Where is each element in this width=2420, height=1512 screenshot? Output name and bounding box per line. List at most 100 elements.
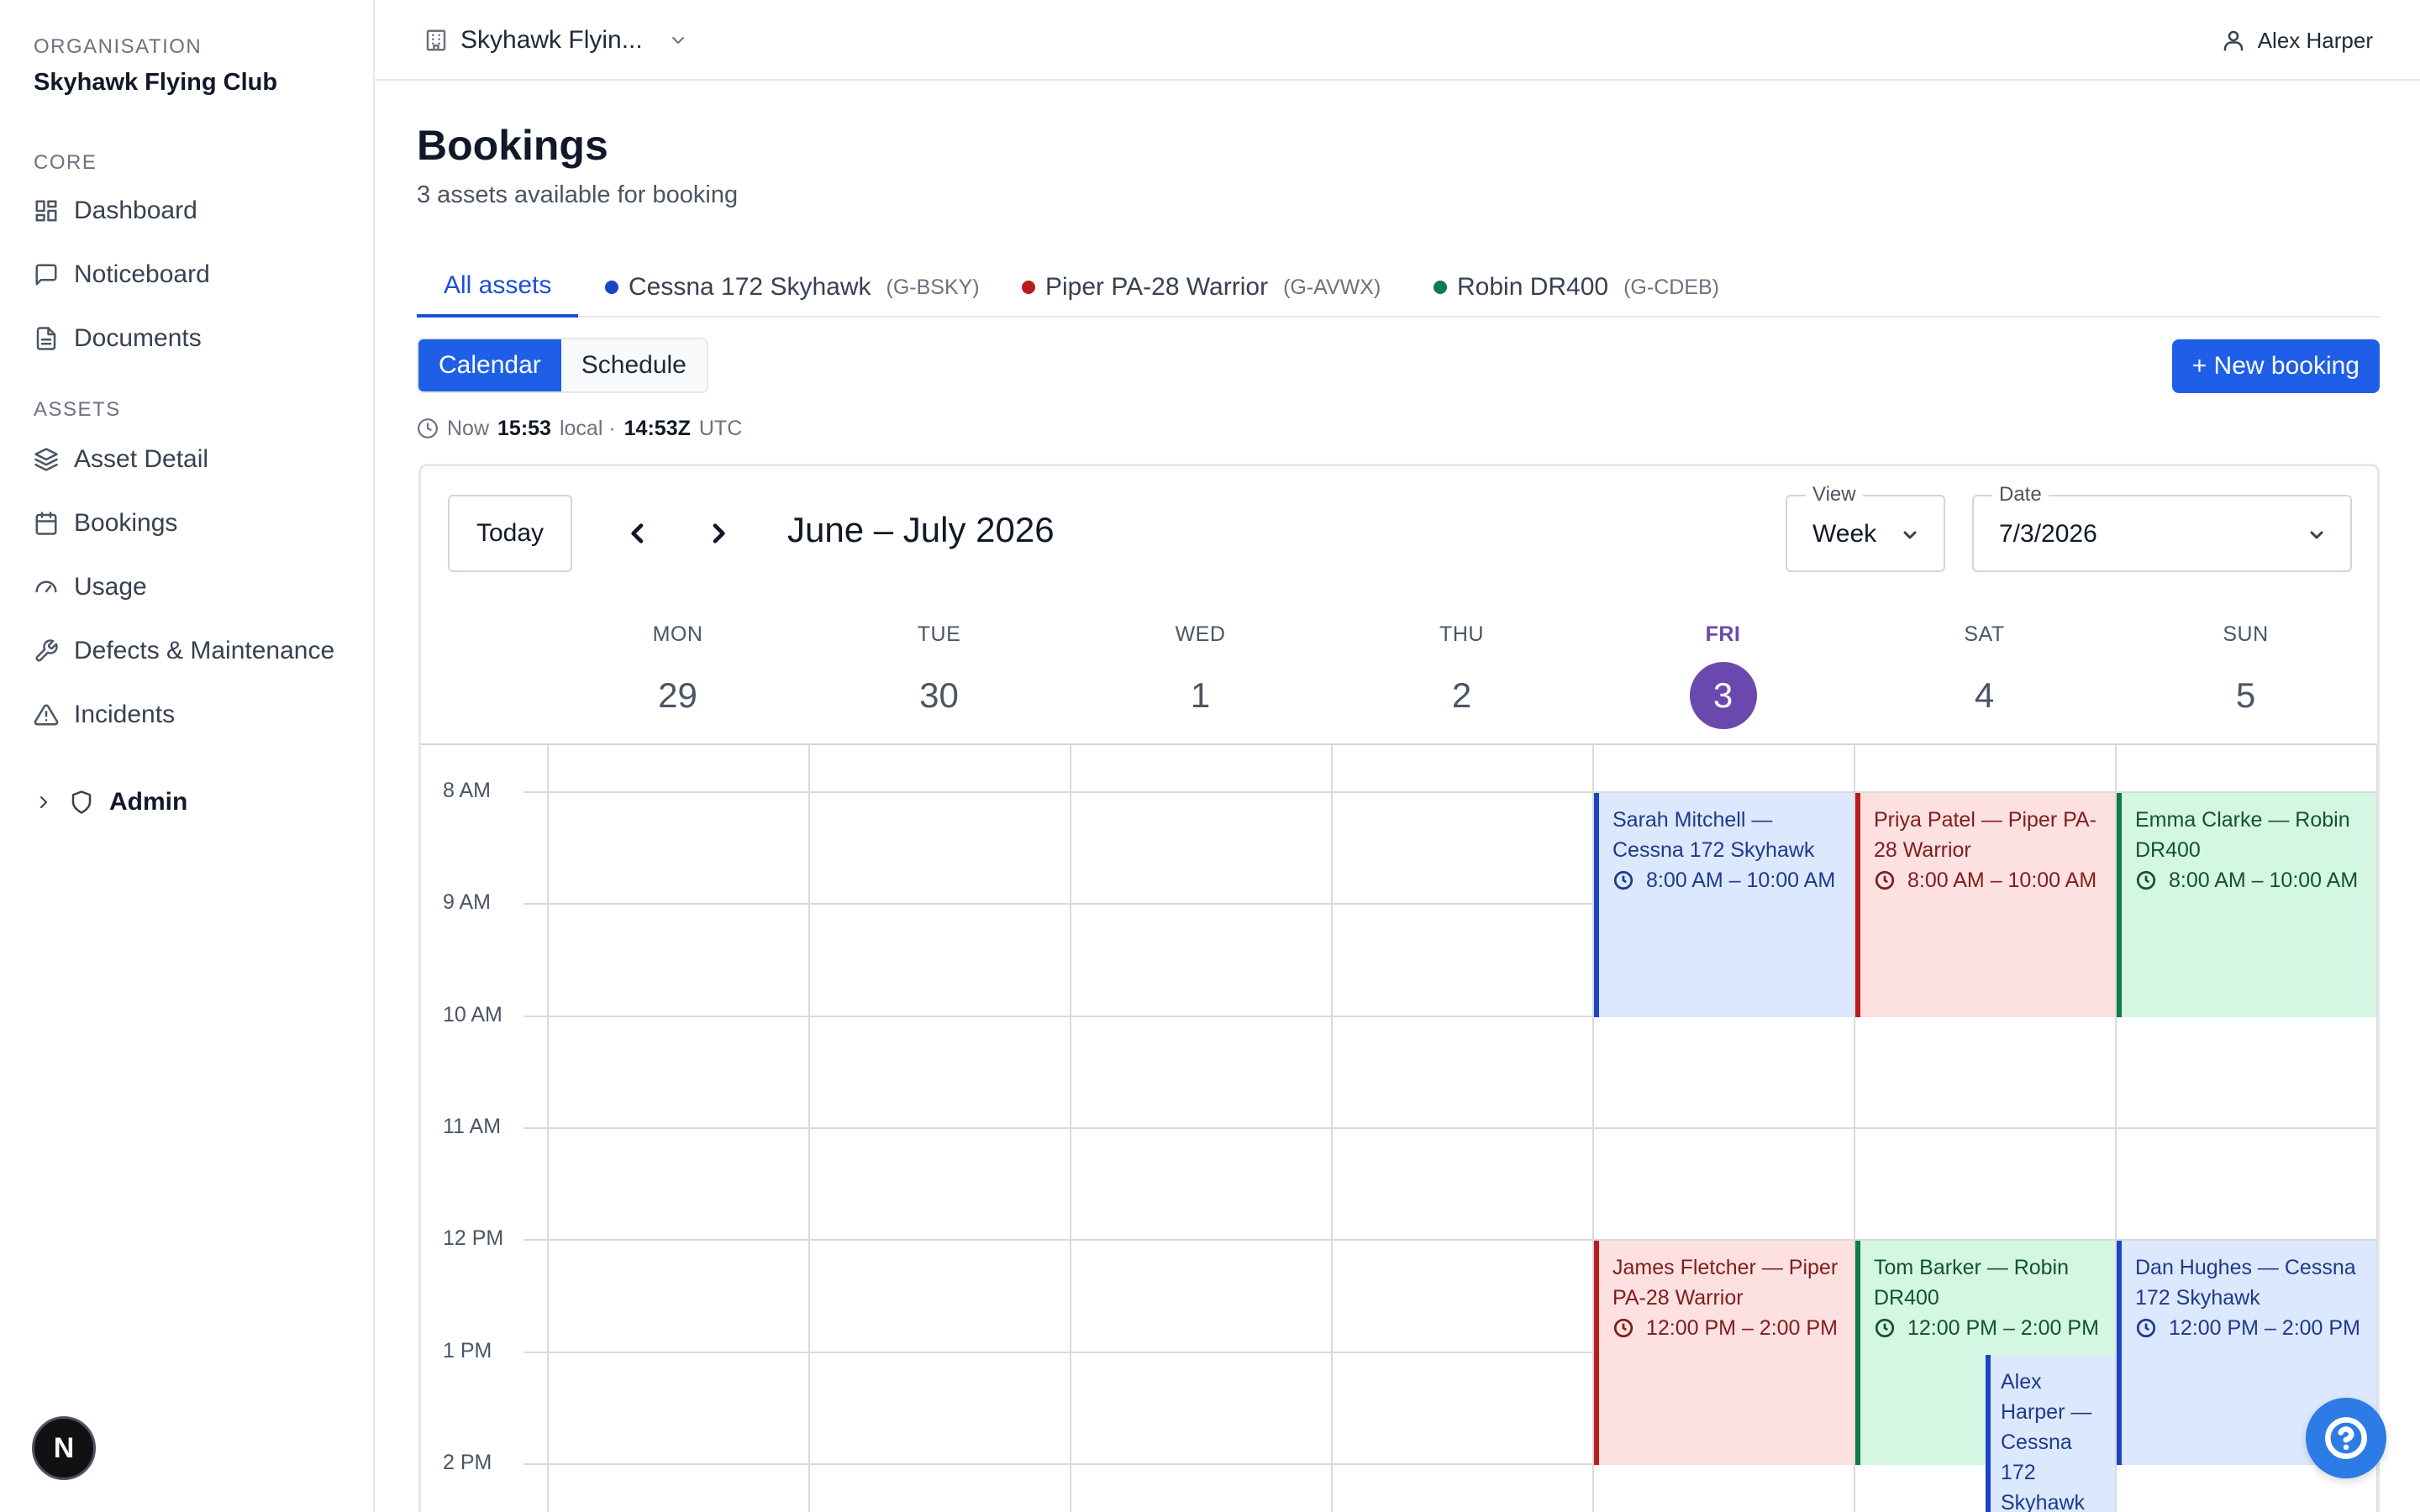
day-header-sun[interactable]: SUN 5 xyxy=(2115,622,2376,729)
section-label-core: CORE xyxy=(34,151,97,174)
new-booking-button[interactable]: + New booking xyxy=(2171,339,2380,393)
booking-event[interactable]: Alex Harper — Cessna 172 Skyhawk xyxy=(1986,1355,2115,1512)
asset-tabs: All assets Cessna 172 Skyhawk (G-BSKY) P… xyxy=(417,257,2380,318)
calendar-card: Today June – July 2026 View Week Date 7/… xyxy=(418,464,2380,1512)
chevron-down-icon xyxy=(671,37,684,44)
day-name: WED xyxy=(1175,622,1226,646)
booking-event[interactable]: James Fletcher — Piper PA-28 Warrior 12:… xyxy=(1594,1241,1854,1465)
day-header-thu[interactable]: THU 2 xyxy=(1331,622,1592,729)
booking-title: Dan Hughes — Cessna 172 Skyhawk xyxy=(2135,1256,2356,1310)
day-number: 4 xyxy=(1974,675,1995,715)
sidebar-item-asset-detail[interactable]: Asset Detail xyxy=(34,438,208,480)
day-header-tue[interactable]: TUE 30 xyxy=(808,622,1070,729)
clock-icon xyxy=(1875,870,1895,890)
dev-badge[interactable]: N xyxy=(32,1416,96,1480)
clock-prefix: Now xyxy=(447,416,490,440)
clock-icon xyxy=(1613,1318,1634,1338)
sidebar-item-noticeboard[interactable]: Noticeboard xyxy=(34,254,210,296)
booking-event[interactable]: Emma Clarke — Robin DR400 8:00 AM – 10:0… xyxy=(2117,793,2376,1017)
view-select[interactable]: View Week xyxy=(1786,483,1945,572)
booking-event[interactable]: Sarah Mitchell — Cessna 172 Skyhawk 8:00… xyxy=(1594,793,1854,1017)
shield-icon xyxy=(71,790,92,814)
sidebar-item-label: Documents xyxy=(74,324,202,352)
file-text-icon xyxy=(36,327,56,350)
booking-time-label: 8:00 AM – 10:00 AM xyxy=(1646,869,1836,892)
sidebar-item-label: Incidents xyxy=(74,701,176,728)
user-menu[interactable]: Alex Harper xyxy=(2221,20,2373,60)
dashboard-icon xyxy=(35,200,57,222)
day-name: TUE xyxy=(917,622,961,646)
sidebar-item-label: Defects & Maintenance xyxy=(74,637,335,664)
clock-utc-suffix: UTC xyxy=(698,416,743,440)
today-button[interactable]: Today xyxy=(448,495,572,572)
day-header-fri[interactable]: FRI 3 xyxy=(1592,622,1854,729)
help-button[interactable] xyxy=(2306,1398,2386,1478)
schedule-view-button[interactable]: Schedule xyxy=(560,339,707,391)
booking-time-label: 12:00 PM – 2:00 PM xyxy=(1907,1316,2099,1340)
calendar-view-button[interactable]: Calendar xyxy=(418,339,561,391)
wrench-icon xyxy=(35,639,58,662)
booking-time-label: 12:00 PM – 2:00 PM xyxy=(2169,1316,2360,1340)
org-switcher[interactable]: Skyhawk Flyin... xyxy=(424,20,688,60)
day-header-mon[interactable]: MON 29 xyxy=(547,622,808,729)
tab-registration: (G-AVWX) xyxy=(1283,275,1381,299)
hour-label: 8 AM xyxy=(443,779,491,802)
sidebar-item-label: Usage xyxy=(74,573,147,601)
hour-label: 10 AM xyxy=(443,1003,502,1026)
tab-robin[interactable]: Robin DR400 (G-CDEB) xyxy=(1434,257,1719,318)
time-grid[interactable]: 8 AM 9 AM 10 AM 11 AM 12 PM 1 PM 2 PM Sa… xyxy=(421,743,2377,1512)
chevron-right-icon xyxy=(40,796,47,808)
tab-label: Piper PA-28 Warrior xyxy=(1045,273,1269,301)
hour-label: 2 PM xyxy=(443,1451,492,1474)
booking-time: 12:00 PM – 2:00 PM xyxy=(1612,1313,1844,1343)
sidebar-item-admin[interactable]: Admin xyxy=(34,781,187,823)
sidebar-item-incidents[interactable]: Incidents xyxy=(34,694,175,736)
day-header-sat[interactable]: SAT 4 xyxy=(1854,622,2115,729)
tab-cessna[interactable]: Cessna 172 Skyhawk (G-BSKY) xyxy=(605,257,980,318)
view-select-label: View xyxy=(1806,483,1863,507)
booking-time: 12:00 PM – 2:00 PM xyxy=(2135,1313,2366,1343)
tab-all-assets[interactable]: All assets xyxy=(417,257,579,318)
tab-label: Robin DR400 xyxy=(1457,273,1609,301)
sidebar-item-dashboard[interactable]: Dashboard xyxy=(34,190,197,232)
day-number-today: 3 xyxy=(1689,662,1757,729)
booking-title: James Fletcher — Piper PA-28 Warrior xyxy=(1612,1256,1839,1310)
sidebar-item-label: Dashboard xyxy=(74,197,197,224)
sidebar-item-bookings[interactable]: Bookings xyxy=(34,502,177,544)
calendar-icon xyxy=(35,512,57,535)
org-switch-label: Skyhawk Flyin... xyxy=(460,26,643,54)
day-name: SAT xyxy=(1964,622,2005,646)
user-name: Alex Harper xyxy=(2257,27,2373,53)
tab-piper[interactable]: Piper PA-28 Warrior (G-AVWX) xyxy=(1022,257,1381,318)
view-toggle: Calendar Schedule xyxy=(417,338,708,393)
sidebar-item-label: Bookings xyxy=(74,509,178,537)
current-time: Now 15:53 local · 14:53Z UTC xyxy=(417,415,742,442)
day-header-wed[interactable]: WED 1 xyxy=(1070,622,1331,729)
alert-triangle-icon xyxy=(34,704,59,726)
booking-title: Emma Clarke — Robin DR400 xyxy=(2135,808,2350,862)
sidebar-item-label: Noticeboard xyxy=(74,260,210,288)
tab-registration: (G-CDEB) xyxy=(1623,275,1719,299)
clock-local: 15:53 xyxy=(497,416,551,440)
sidebar-item-usage[interactable]: Usage xyxy=(34,566,147,608)
chevron-left-icon xyxy=(631,523,644,543)
date-picker[interactable]: Date 7/3/2026 xyxy=(1972,483,2352,572)
org-label: ORGANISATION xyxy=(34,35,203,58)
layers-icon xyxy=(34,448,58,471)
hour-label: 11 AM xyxy=(443,1115,502,1138)
day-name: MON xyxy=(652,622,703,646)
booking-event[interactable]: Priya Patel — Piper PA-28 Warrior 8:00 A… xyxy=(1855,793,2115,1017)
topbar: Skyhawk Flyin... Alex Harper xyxy=(375,0,2420,81)
booking-time-label: 12:00 PM – 2:00 PM xyxy=(1646,1316,1838,1340)
page-subtitle: 3 assets available for booking xyxy=(417,181,739,208)
clock-icon xyxy=(418,418,438,438)
sidebar-item-documents[interactable]: Documents xyxy=(34,318,202,360)
asset-color-dot xyxy=(605,281,618,294)
clock-utc: 14:53Z xyxy=(623,416,691,440)
tab-label: All assets xyxy=(444,271,552,299)
previous-week-button[interactable] xyxy=(614,510,661,557)
next-week-button[interactable] xyxy=(695,510,742,557)
gauge-icon xyxy=(35,580,57,593)
day-number: 5 xyxy=(2235,675,2256,715)
sidebar-item-defects[interactable]: Defects & Maintenance xyxy=(34,630,334,672)
